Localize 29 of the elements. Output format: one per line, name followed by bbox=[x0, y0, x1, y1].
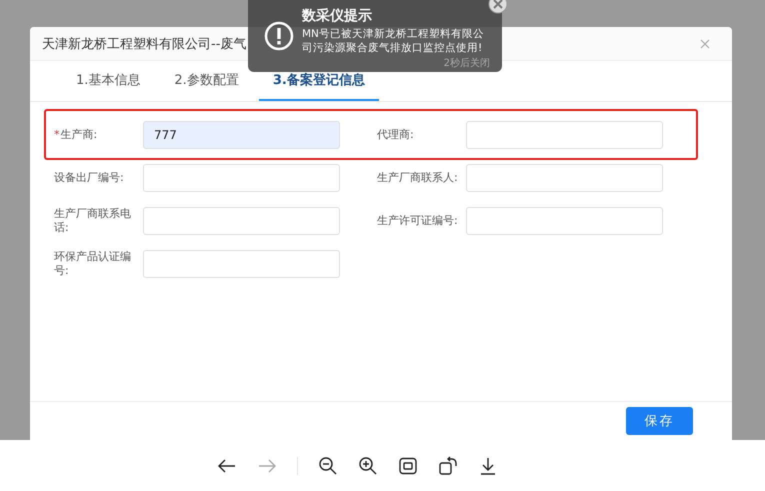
field-label: 生产许可证编号: bbox=[377, 214, 458, 228]
countdown-text: 2秒后关闭 bbox=[444, 56, 490, 70]
field-label: 设备出厂编号: bbox=[54, 171, 124, 185]
input-field[interactable]: 777 bbox=[143, 121, 340, 149]
zoom-out-icon[interactable] bbox=[318, 456, 338, 476]
input-field[interactable] bbox=[466, 207, 663, 235]
download-icon[interactable] bbox=[478, 456, 498, 476]
field-label: 生产商: bbox=[60, 128, 98, 142]
input-field[interactable] bbox=[466, 164, 663, 192]
toast-message: MN号已被天津新龙桥工程塑料有限公司污染源聚合废气排放口监控点使用! bbox=[302, 27, 485, 55]
input-field[interactable] bbox=[143, 207, 340, 235]
rotate-icon[interactable] bbox=[438, 456, 458, 476]
tab[interactable]: 1.基本信息 bbox=[62, 61, 154, 101]
dialog-title: 天津新龙桥工程塑料有限公司--废气 bbox=[42, 36, 246, 52]
required-mark: * bbox=[54, 128, 60, 142]
warning-icon bbox=[264, 21, 294, 51]
field-label: 环保产品认证编号: bbox=[54, 250, 132, 278]
input-field[interactable] bbox=[143, 164, 340, 192]
zoom-in-icon[interactable] bbox=[358, 456, 378, 476]
input-field[interactable] bbox=[143, 250, 340, 278]
toast-title: 数采仪提示 bbox=[302, 7, 373, 25]
close-icon[interactable] bbox=[488, 0, 508, 14]
field-label: 生产厂商联系人: bbox=[377, 171, 458, 185]
field-label: 代理商: bbox=[377, 128, 414, 142]
save-button[interactable]: 保存 bbox=[626, 407, 693, 435]
input-field[interactable] bbox=[466, 121, 663, 149]
fit-icon[interactable] bbox=[398, 456, 418, 476]
tab[interactable]: 2.参数配置 bbox=[160, 61, 253, 101]
field-label: 生产厂商联系电话: bbox=[54, 207, 132, 235]
